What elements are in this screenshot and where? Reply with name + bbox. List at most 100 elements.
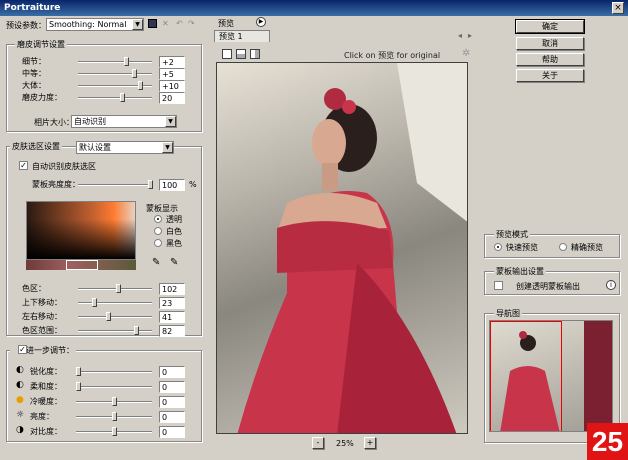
skin-value-input[interactable]: 23 — [159, 297, 185, 309]
ok-button[interactable]: 确定 — [515, 19, 585, 34]
slider-thumb[interactable] — [120, 93, 125, 102]
detail-slider[interactable] — [78, 69, 152, 78]
enhance-row-label: 柔和度： — [30, 382, 62, 391]
enhance-value-input[interactable]: 0 — [159, 411, 185, 423]
enhance-value-input[interactable]: 0 — [159, 426, 185, 438]
enhance-row-label: 冷暖度： — [30, 397, 62, 406]
slider-thumb[interactable] — [92, 298, 97, 307]
cancel-button[interactable]: 取消 — [516, 37, 584, 50]
enhance-slider[interactable] — [76, 367, 152, 376]
preview-image[interactable] — [216, 62, 468, 434]
slider-thumb[interactable] — [112, 397, 117, 406]
skin-slider[interactable] — [78, 312, 152, 321]
mask-option-radio[interactable] — [154, 227, 162, 235]
enhance-value-input[interactable]: 0 — [159, 396, 185, 408]
skin-value-input[interactable]: 41 — [159, 311, 185, 323]
detail-slider[interactable] — [78, 57, 152, 66]
single-view-icon[interactable] — [222, 49, 232, 59]
transparent-output-checkbox[interactable] — [494, 281, 503, 290]
mask-option-radio[interactable] — [154, 239, 162, 247]
split-horizontal-icon[interactable] — [236, 49, 246, 59]
chevron-down-icon: ▼ — [165, 116, 176, 127]
transparency-input[interactable]: 100 — [159, 179, 185, 191]
navigator-thumbnail[interactable] — [489, 320, 613, 432]
preset-select[interactable]: Smoothing: Normal ▼ — [46, 18, 144, 31]
slider-thumb[interactable] — [124, 57, 129, 66]
skin-mode-select[interactable]: 默认设置 ▼ — [76, 141, 174, 154]
enhance-checkbox[interactable]: ✓ — [18, 345, 27, 354]
enhance-value-input[interactable]: 0 — [159, 381, 185, 393]
detail-row-label: 中等： — [22, 69, 46, 78]
enhance-slider[interactable] — [76, 382, 152, 391]
enhance-slider[interactable] — [76, 412, 152, 421]
slider-thumb[interactable] — [148, 180, 153, 189]
detail-row-label: 大体： — [22, 81, 46, 90]
preset-label: 预设参数： — [6, 21, 46, 30]
size-select[interactable]: 自动识别 ▼ — [71, 115, 177, 128]
skin-slider[interactable] — [78, 284, 152, 293]
detail-value-input[interactable]: +5 — [159, 68, 185, 80]
save-preset-icon[interactable] — [148, 19, 157, 28]
slider-thumb[interactable] — [134, 326, 139, 335]
range-selector[interactable] — [66, 260, 98, 270]
help-button[interactable]: 帮助 — [516, 53, 584, 66]
precise-preview-label: 精确预览 — [571, 243, 603, 252]
tab-preview-1[interactable]: 预览 1 — [214, 30, 270, 42]
tab-scroll-right-icon[interactable]: ▸ — [468, 31, 472, 40]
transparency-slider[interactable] — [78, 180, 153, 189]
detail-row-label: 细节： — [22, 57, 46, 66]
zoom-in-button[interactable]: + — [364, 437, 376, 449]
undo-icon[interactable]: ↶ — [176, 19, 183, 28]
play-icon[interactable]: ▶ — [256, 17, 266, 27]
fast-preview-radio[interactable] — [494, 243, 502, 251]
enhance-slider[interactable] — [76, 397, 152, 406]
detail-value-input[interactable]: +10 — [159, 80, 185, 92]
skin-value-input[interactable]: 82 — [159, 325, 185, 337]
detail-slider[interactable] — [78, 81, 152, 90]
eyedropper-icon[interactable]: ✎ — [152, 257, 160, 268]
title-bar: Portraiture — [0, 0, 628, 16]
transparent-output-label: 创建透明蒙板输出 — [516, 282, 580, 291]
skin-slider[interactable] — [78, 298, 152, 307]
split-vertical-icon[interactable] — [250, 49, 260, 59]
fast-preview-label: 快速预览 — [506, 243, 538, 252]
tab-scroll-left-icon[interactable]: ◂ — [458, 31, 462, 40]
settings-icon[interactable]: ✲ — [462, 48, 470, 59]
precise-preview-radio[interactable] — [559, 243, 567, 251]
info-icon[interactable]: i — [606, 280, 616, 290]
detail-row-label: 磨皮力度： — [22, 93, 62, 102]
mask-option-radio[interactable] — [154, 215, 162, 223]
transparency-label: 蒙板亮度度： — [32, 180, 80, 189]
slider-thumb[interactable] — [132, 69, 137, 78]
enhance-row-label: 对比度： — [30, 427, 62, 436]
slider-thumb[interactable] — [138, 81, 143, 90]
about-button[interactable]: 关于 — [516, 69, 584, 82]
output-title: 蒙板输出设置 — [494, 266, 546, 277]
slider-thumb[interactable] — [76, 367, 81, 376]
eyedropper-plus-icon[interactable]: ✎ — [170, 257, 178, 268]
enhance-value-input[interactable]: 0 — [159, 366, 185, 378]
detail-value-input[interactable]: +2 — [159, 56, 185, 68]
color-range-bar[interactable] — [26, 260, 136, 270]
enhance-slider[interactable] — [76, 427, 152, 436]
slider-thumb[interactable] — [106, 312, 111, 321]
zoom-out-button[interactable]: - — [312, 437, 324, 449]
close-icon[interactable]: × — [612, 2, 624, 14]
slider-thumb[interactable] — [112, 412, 117, 421]
brightness-icon: ☼ — [16, 410, 25, 420]
detail-value-input[interactable]: 20 — [159, 92, 185, 104]
skin-value-input[interactable]: 102 — [159, 283, 185, 295]
slider-thumb[interactable] — [76, 382, 81, 391]
delete-preset-icon[interactable]: ✕ — [162, 19, 169, 28]
mask-option-label: 黑色 — [166, 239, 182, 248]
slider-thumb[interactable] — [116, 284, 121, 293]
color-range-picker[interactable] — [26, 201, 136, 260]
contrast-icon: ◑ — [16, 425, 24, 435]
skin-slider[interactable] — [78, 326, 152, 335]
detail-slider[interactable] — [78, 93, 152, 102]
navigator-viewport[interactable] — [490, 321, 562, 431]
redo-icon[interactable]: ↷ — [188, 19, 195, 28]
slider-thumb[interactable] — [112, 427, 117, 436]
auto-skin-checkbox[interactable]: ✓ — [19, 161, 28, 170]
enhance-row-label: 锐化度： — [30, 367, 62, 376]
